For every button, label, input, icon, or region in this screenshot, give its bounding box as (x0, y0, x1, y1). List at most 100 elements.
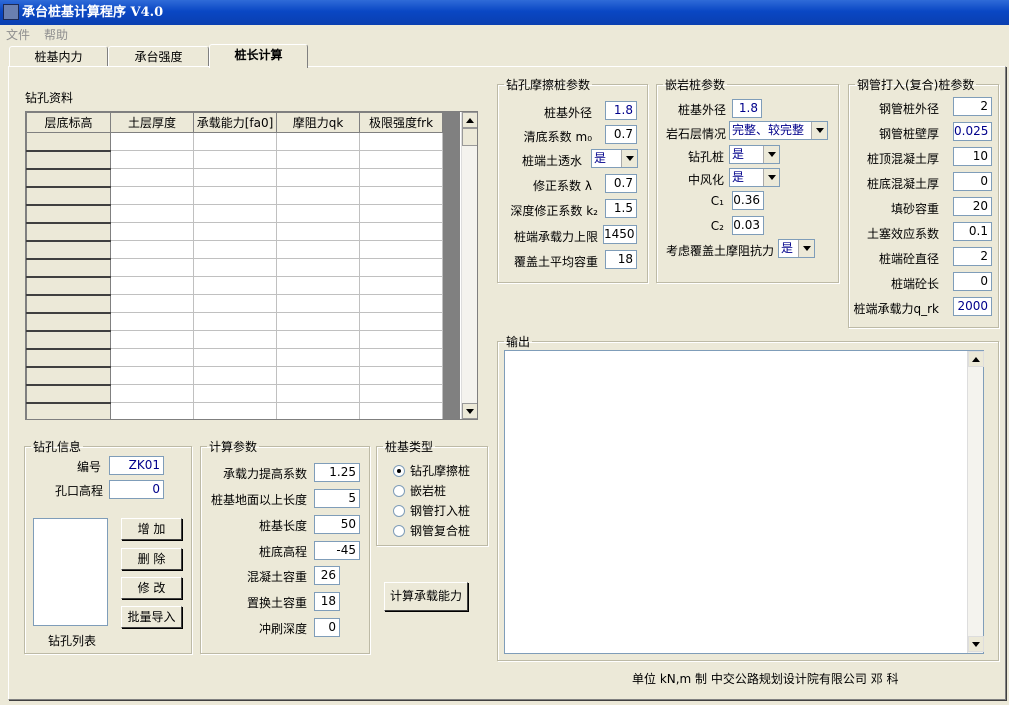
steel-param-field[interactable]: 20 (953, 197, 992, 216)
table-cell[interactable] (193, 366, 277, 385)
table-cell[interactable] (110, 222, 194, 241)
table-cell[interactable] (359, 168, 443, 187)
table-cell[interactable] (26, 276, 111, 296)
steel-param-field[interactable]: 2 (953, 247, 992, 266)
table-cell[interactable] (276, 168, 360, 187)
table-cell[interactable] (359, 366, 443, 385)
table-cell[interactable] (110, 312, 194, 331)
table-cell[interactable] (110, 276, 194, 295)
table-cell[interactable] (193, 348, 277, 367)
rp-c1-field[interactable]: 0.36 (732, 191, 764, 210)
grid-scroll-up-icon[interactable] (462, 112, 477, 128)
output-scrollbar[interactable] (967, 351, 984, 653)
rp-diameter-field[interactable]: 1.8 (732, 99, 762, 118)
calc-param-field[interactable]: 0 (314, 618, 340, 637)
radio-icon[interactable] (393, 525, 405, 537)
menu-file[interactable]: 文件 (6, 28, 30, 42)
table-cell[interactable] (193, 186, 277, 205)
table-cell[interactable] (193, 312, 277, 331)
table-cell[interactable] (193, 402, 277, 419)
table-cell[interactable] (193, 150, 277, 169)
pile-type-radio[interactable]: 钢管打入桩 (393, 502, 470, 519)
table-cell[interactable] (110, 186, 194, 205)
table-cell[interactable] (26, 348, 111, 368)
fp-permeable-select[interactable]: 是 (591, 149, 638, 168)
table-cell[interactable] (359, 294, 443, 313)
fp-lambda-field[interactable]: 0.7 (605, 174, 637, 193)
col-layer-thickness[interactable]: 土层厚度 (110, 112, 194, 133)
table-cell[interactable] (193, 222, 277, 241)
calc-param-field[interactable]: 5 (314, 489, 360, 508)
table-cell[interactable] (26, 330, 111, 350)
table-cell[interactable] (276, 366, 360, 385)
radio-icon[interactable] (393, 485, 405, 497)
table-cell[interactable] (193, 204, 277, 223)
rp-consider-select[interactable]: 是 (778, 239, 815, 258)
table-cell[interactable] (110, 294, 194, 313)
menu-help[interactable]: 帮助 (44, 28, 68, 42)
steel-param-field[interactable]: 2 (953, 97, 992, 116)
output-scroll-up-icon[interactable] (968, 351, 984, 367)
table-cell[interactable] (110, 402, 194, 419)
table-cell[interactable] (110, 132, 194, 151)
grid-scroll-thumb[interactable] (462, 128, 477, 146)
pile-type-radio[interactable]: 嵌岩桩 (393, 482, 446, 499)
table-cell[interactable] (193, 276, 277, 295)
batch-import-button[interactable]: 批量导入 (121, 606, 182, 628)
table-cell[interactable] (26, 186, 111, 206)
table-cell[interactable] (26, 402, 111, 419)
table-cell[interactable] (359, 150, 443, 169)
calc-param-field[interactable]: 18 (314, 592, 340, 611)
table-cell[interactable] (276, 348, 360, 367)
delete-button[interactable]: 删 除 (121, 548, 182, 570)
table-cell[interactable] (26, 294, 111, 314)
col-ultimate-strength[interactable]: 极限强度frk (359, 112, 443, 133)
steel-param-field[interactable]: 0 (953, 272, 992, 291)
table-cell[interactable] (276, 312, 360, 331)
radio-icon[interactable] (393, 465, 405, 477)
output-scroll-down-icon[interactable] (968, 636, 984, 652)
borehole-elev-field[interactable]: 0 (109, 480, 164, 499)
table-cell[interactable] (193, 168, 277, 187)
table-cell[interactable] (110, 348, 194, 367)
table-cell[interactable] (359, 330, 443, 349)
table-cell[interactable] (359, 240, 443, 259)
table-cell[interactable] (359, 384, 443, 403)
table-cell[interactable] (26, 150, 111, 170)
table-cell[interactable] (110, 330, 194, 349)
table-cell[interactable] (193, 384, 277, 403)
borehole-id-field[interactable]: ZK01 (109, 456, 164, 475)
modify-button[interactable]: 修 改 (121, 577, 182, 599)
rp-weathered-select[interactable]: 是 (729, 168, 780, 187)
add-button[interactable]: 增 加 (121, 518, 182, 540)
table-cell[interactable] (110, 168, 194, 187)
tab-cap-strength[interactable]: 承台强度 (108, 46, 209, 67)
chevron-down-icon[interactable] (621, 150, 637, 167)
table-cell[interactable] (276, 240, 360, 259)
table-cell[interactable] (110, 384, 194, 403)
rp-c2-field[interactable]: 0.03 (732, 216, 764, 235)
steel-param-field[interactable]: 0 (953, 172, 992, 191)
grid-scrollbar[interactable] (461, 112, 477, 419)
fp-limit-field[interactable]: 1450 (603, 225, 637, 244)
tab-pile-length[interactable]: 桩长计算 (209, 44, 308, 68)
table-cell[interactable] (193, 240, 277, 259)
calc-param-field[interactable]: -45 (314, 541, 360, 560)
chevron-down-icon[interactable] (763, 169, 779, 186)
table-cell[interactable] (359, 204, 443, 223)
table-cell[interactable] (276, 186, 360, 205)
table-cell[interactable] (110, 258, 194, 277)
fp-m0-field[interactable]: 0.7 (605, 125, 637, 144)
table-cell[interactable] (359, 222, 443, 241)
chevron-down-icon[interactable] (763, 146, 779, 163)
col-bottom-elevation[interactable]: 层底标高 (26, 112, 111, 133)
table-cell[interactable] (26, 204, 111, 224)
table-cell[interactable] (359, 402, 443, 419)
chevron-down-icon[interactable] (798, 240, 814, 257)
table-cell[interactable] (26, 168, 111, 188)
table-cell[interactable] (26, 366, 111, 386)
radio-icon[interactable] (393, 505, 405, 517)
table-cell[interactable] (276, 402, 360, 419)
output-textarea[interactable] (504, 350, 984, 654)
table-cell[interactable] (276, 204, 360, 223)
